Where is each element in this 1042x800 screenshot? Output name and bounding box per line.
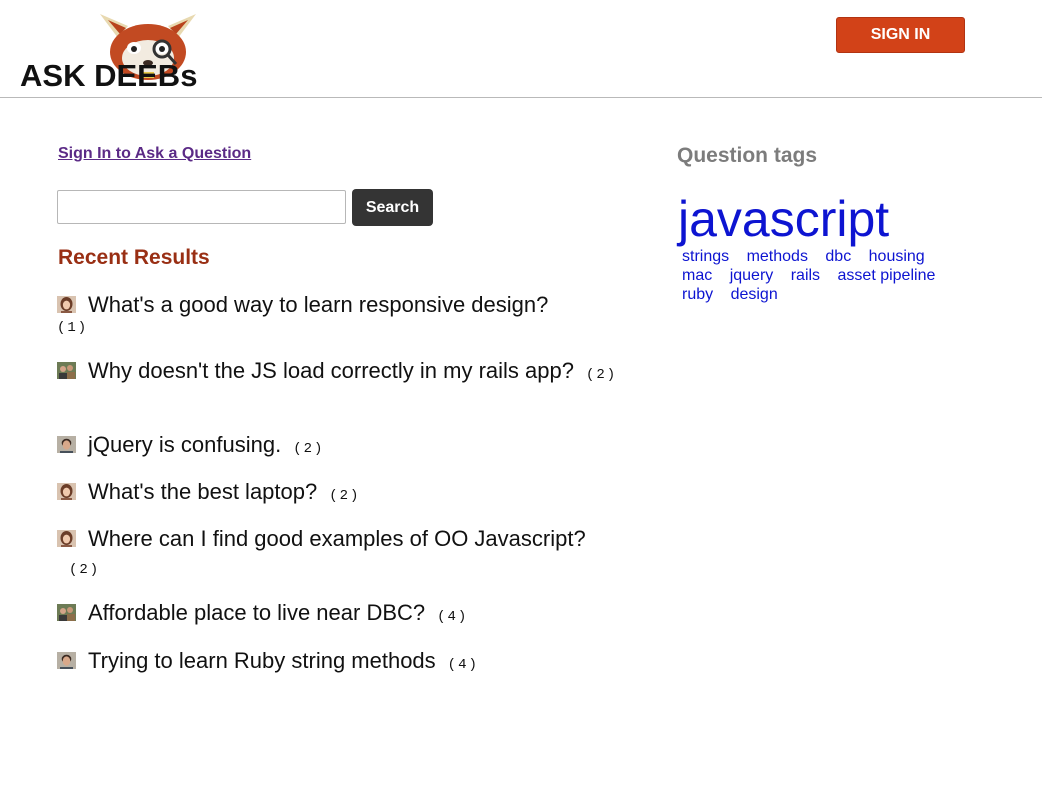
tag-link[interactable]: ruby [682, 286, 713, 303]
answer-count: (4) [437, 609, 469, 625]
page: ASK DEEBs SIGN IN Sign In to Ask a Quest… [0, 0, 1042, 800]
result-item: What's a good way to learn responsive de… [57, 291, 627, 338]
avatar-woman-icon [57, 481, 76, 500]
answer-count: (2) [69, 562, 101, 578]
question-link[interactable]: Trying to learn Ruby string methods [88, 648, 436, 673]
avatar-group-icon [57, 360, 76, 379]
tag-link[interactable]: methods [747, 248, 808, 265]
result-item: Where can I find good examples of OO Jav… [57, 525, 627, 584]
result-item: jQuery is confusing. (2) [57, 431, 627, 463]
answer-count: (4) [447, 657, 479, 673]
avatar-man-icon [57, 434, 76, 453]
sign-in-button[interactable]: SIGN IN [836, 17, 965, 53]
avatar-woman-icon [57, 528, 76, 547]
answer-count: (2) [329, 488, 361, 504]
logo-text: ASK DEEBs [20, 58, 198, 93]
tag-link[interactable]: jquery [730, 267, 774, 284]
avatar-group-icon [57, 602, 76, 621]
question-link[interactable]: jQuery is confusing. [88, 432, 281, 457]
question-link[interactable]: What's a good way to learn responsive de… [88, 292, 548, 317]
question-link[interactable]: Why doesn't the JS load correctly in my … [88, 358, 574, 383]
answer-count: (1) [57, 320, 89, 336]
question-link[interactable]: Affordable place to live near DBC? [88, 600, 425, 625]
tag-link[interactable]: strings [682, 248, 729, 265]
header: ASK DEEBs SIGN IN [0, 0, 1042, 98]
result-item: What's the best laptop? (2) [57, 478, 627, 510]
result-item: Why doesn't the JS load correctly in my … [57, 357, 627, 389]
answer-count: (2) [585, 367, 618, 383]
tag-javascript[interactable]: javascript [678, 190, 889, 248]
answer-count: (2) [293, 441, 325, 457]
tag-link[interactable]: rails [791, 267, 820, 284]
search-input[interactable] [57, 190, 346, 224]
tag-link[interactable]: dbc [825, 248, 851, 265]
search-button[interactable]: Search [352, 189, 433, 226]
sign-in-to-ask-link[interactable]: Sign In to Ask a Question [58, 145, 251, 163]
tag-link[interactable]: mac [682, 267, 712, 284]
recent-results-heading: Recent Results [58, 246, 210, 269]
result-item: Trying to learn Ruby string methods (4) [57, 647, 627, 679]
tag-link[interactable]: asset pipeline [838, 267, 936, 284]
tag-cloud: strings methods dbc housing mac jquery r… [682, 247, 972, 304]
avatar-woman-icon [57, 294, 76, 313]
logo[interactable]: ASK DEEBs [20, 8, 210, 94]
question-tags-heading: Question tags [677, 144, 818, 167]
result-item: Affordable place to live near DBC? (4) [57, 599, 627, 631]
avatar-man-icon [57, 650, 76, 669]
question-link[interactable]: What's the best laptop? [88, 479, 317, 504]
tag-link[interactable]: design [731, 286, 778, 303]
question-link[interactable]: Where can I find good examples of OO Jav… [88, 526, 586, 551]
tag-link[interactable]: housing [869, 248, 925, 265]
